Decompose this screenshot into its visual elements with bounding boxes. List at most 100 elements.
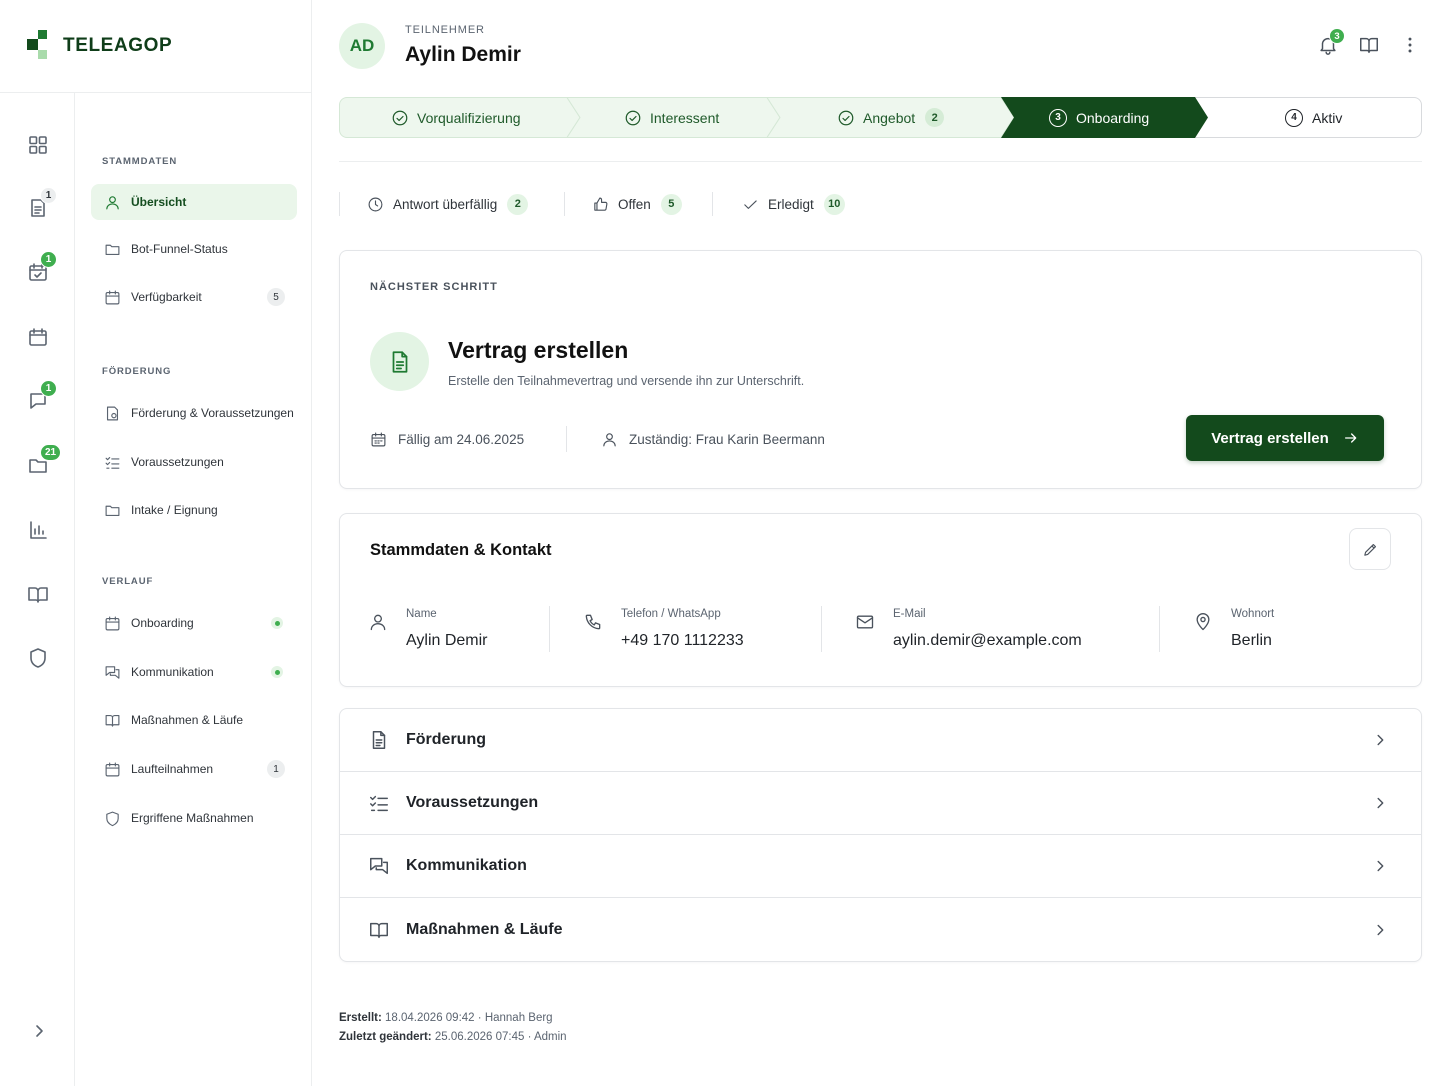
filter-count: 5 [660,193,682,215]
meta-separator: · [477,1012,482,1024]
nav-item-verfuegbarkeit[interactable]: Verfügbarkeit 5 [91,279,297,315]
step-aktiv[interactable]: 4 Aktiv [1285,97,1342,138]
field-divider [1159,606,1160,652]
nav-item-voraussetzungen[interactable]: Voraussetzungen [91,444,297,480]
rail-security[interactable] [26,646,50,670]
filter-divider [339,192,340,216]
step-number: 4 [1291,112,1297,123]
step-number-icon: 4 [1285,108,1303,127]
details-accordion: Förderung Voraussetzungen Kommunikation … [339,708,1422,962]
document-icon [392,350,407,373]
accordion-row-voraussetzungen[interactable]: Voraussetzungen [340,772,1421,835]
checklist-icon [370,795,388,812]
contact-field-label: Wohnort [1231,608,1275,620]
calendar-icon [105,290,120,304]
filter-offen[interactable]: Offen 5 [592,193,682,215]
accordion-row-kommunikation[interactable]: Kommunikation [340,835,1421,898]
rail-courses[interactable] [26,582,50,606]
rail-chat[interactable]: 1 [26,380,57,413]
phone-icon [585,614,601,630]
rail-reports[interactable] [26,518,50,542]
filter-count: 10 [823,193,845,215]
checklist-icon [105,456,120,469]
folder-icon [105,244,120,255]
accordion-label: Kommunikation [406,857,527,874]
next-step-card: NÄCHSTER SCHRITT Vertrag erstellen Erste… [339,250,1422,489]
step-vorqualifizierung[interactable]: Vorqualifizierung [391,97,521,138]
nav-section-title: STAMMDATEN [102,156,178,167]
calendar-icon [105,616,120,630]
nav-item-label: Verfügbarkeit [131,290,202,304]
edit-contact-button[interactable] [1349,528,1391,570]
chevron-right-icon [36,1025,43,1037]
filter-divider [564,192,565,216]
notification-badge: 3 [1329,28,1345,44]
nav-item-label: Ergriffene Maßnahmen [131,811,254,825]
contact-field-email: E-Mail aylin.demir@example.com [855,606,1155,656]
dashboard-grid-icon [29,136,47,154]
step-label: Aktiv [1312,109,1343,126]
step-onboarding[interactable]: 3 Onboarding [1049,97,1149,138]
rail-folder[interactable]: 21 [26,444,62,477]
nav-item-foerderung-voraussetzungen[interactable]: Förderung & Voraussetzungen [91,395,297,431]
contact-field-value[interactable]: aylin.demir@example.com [893,632,1082,650]
contact-field-city: Wohnort Berlin [1193,606,1393,656]
accordion-row-foerderung[interactable]: Förderung [340,709,1421,772]
nav-section-title: VERLAUF [102,576,154,587]
brand-header: TELEAGOP [0,0,312,93]
step-label: Interessent [650,109,720,126]
meta-separator: · [527,1031,532,1043]
created-by: Hannah Berg [484,1012,553,1024]
nav-item-label: Laufteilnahmen [131,762,214,776]
nav-item-ergriffene-massnahmen[interactable]: Ergriffene Maßnahmen [91,800,297,836]
filter-antwort-ueberfaellig[interactable]: Antwort überfällig 2 [367,193,529,215]
changed-label: Zuletzt geändert: [339,1031,432,1043]
nav-item-onboarding[interactable]: Onboarding [91,605,297,641]
accordion-label: Maßnahmen & Läufe [406,920,563,938]
chevron-right-icon [1377,734,1384,746]
accordion-row-massnahmen-laeufe[interactable]: Maßnahmen & Läufe [340,898,1421,961]
rail-collapse-button[interactable] [29,1021,49,1041]
nav-item-kommunikation[interactable]: Kommunikation [91,654,297,690]
check-circle-icon [625,110,641,125]
rail-documents[interactable]: 1 [26,187,57,220]
contact-card-title: Stammdaten & Kontakt [370,541,552,559]
contact-field-value: Berlin [1231,632,1272,649]
brand-name: TELEAGOP [63,35,173,56]
user-icon [106,195,119,209]
notifications-button[interactable]: 3 [1317,28,1345,56]
nav-item-bot-funnel-status[interactable]: Bot-Funnel-Status [91,231,297,267]
check-circle-icon [838,110,854,125]
rail-calendar[interactable] [26,325,50,349]
bar-chart-icon [30,521,47,539]
create-contract-button[interactable]: Vertrag erstellen [1186,415,1384,461]
step-interessent[interactable]: Interessent [624,97,719,138]
nav-item-intake-eignung[interactable]: Intake / Eignung [91,492,297,528]
filter-divider [712,192,713,216]
step-badge: 2 [925,108,945,127]
status-dot [271,666,283,678]
teleagop-logo-icon [27,30,47,59]
more-options-button[interactable] [1399,34,1421,56]
nav-item-count: 1 [267,760,285,778]
divider [339,161,1422,162]
nav-item-massnahmen-laeufe[interactable]: Maßnahmen & Läufe [91,702,297,738]
field-divider [549,606,550,652]
filter-erledigt[interactable]: Erledigt 10 [742,193,845,215]
changed-meta: Zuletzt geändert: 25.06.2026 07:45 · Adm… [339,1031,567,1043]
rail-calendar-check[interactable]: 1 [26,251,57,284]
contact-field-value: Aylin Demir [406,632,488,649]
next-step-subtitle: Erstelle den Teilnahmevertrag und versen… [448,374,805,388]
document-euro-icon [106,406,119,420]
meta-divider [566,426,567,452]
chat-bubbles-icon [370,857,388,875]
next-step-label: NÄCHSTER SCHRITT [370,281,498,293]
nav-item-laufteilnahmen[interactable]: Laufteilnahmen 1 [91,751,297,787]
avatar: AD [339,23,385,69]
step-angebot[interactable]: Angebot 2 [837,97,945,138]
docs-button[interactable] [1358,34,1380,56]
nav-item-uebersicht[interactable]: Übersicht [91,184,297,220]
rail-dashboard[interactable] [26,133,50,157]
thumbs-up-icon [594,197,608,211]
arrow-right-icon [1344,433,1357,443]
